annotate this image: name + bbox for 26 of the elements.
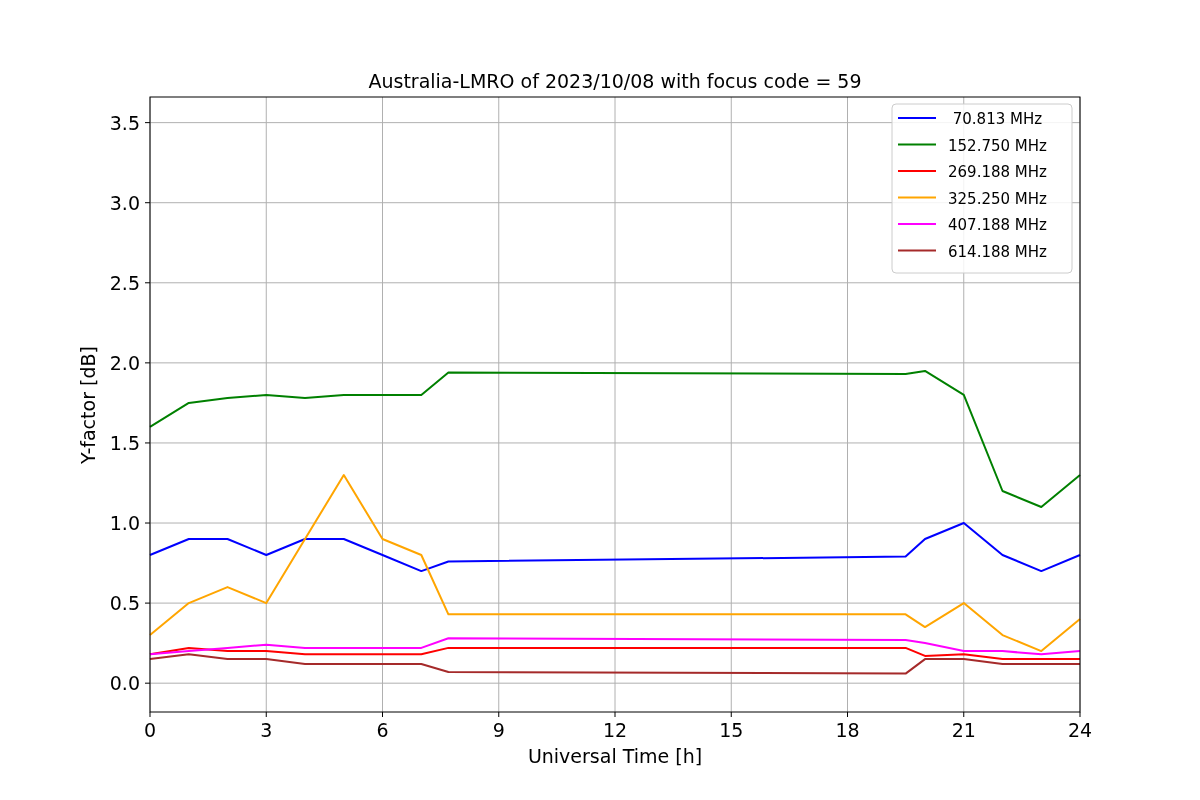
legend-label: 407.188 MHz — [948, 216, 1047, 234]
y-tick-label: 1.0 — [109, 512, 140, 534]
legend-label: 325.250 MHz — [948, 189, 1047, 208]
legend-label: 70.813 MHz — [952, 110, 1043, 128]
x-tick-label: 18 — [835, 719, 860, 741]
y-tick-label: 0.0 — [109, 672, 140, 695]
x-tick-label: 12 — [602, 719, 628, 741]
y-tick-label: 2.5 — [109, 271, 140, 294]
x-tick-label: 24 — [1067, 719, 1093, 741]
y-tick-label: 0.5 — [109, 592, 140, 615]
y-tick-label: 3.5 — [109, 111, 140, 134]
y-tick-label: 1.5 — [109, 431, 140, 454]
x-axis-label: Universal Time [h] — [527, 745, 703, 767]
chart-title: Australia-LMRO of 2023/10/08 with focus code = 59 — [368, 70, 862, 92]
legend-label: 614.188 MHz — [948, 242, 1047, 261]
x-tick-label: 3 — [260, 719, 273, 741]
x-tick-label: 21 — [951, 719, 976, 741]
x-tick-label: 15 — [719, 719, 744, 741]
legend-label: 152.750 MHz — [948, 136, 1047, 155]
y-tick-label: 3.0 — [109, 191, 140, 214]
y-axis-label: Y-factor [dB] — [77, 346, 99, 464]
y-tick-label: 2.0 — [109, 351, 140, 374]
legend-label: 269.188 MHz — [948, 163, 1047, 181]
x-tick-label: 9 — [492, 719, 505, 741]
x-tick-label: 6 — [376, 719, 389, 741]
x-tick-label: 0 — [143, 719, 157, 741]
